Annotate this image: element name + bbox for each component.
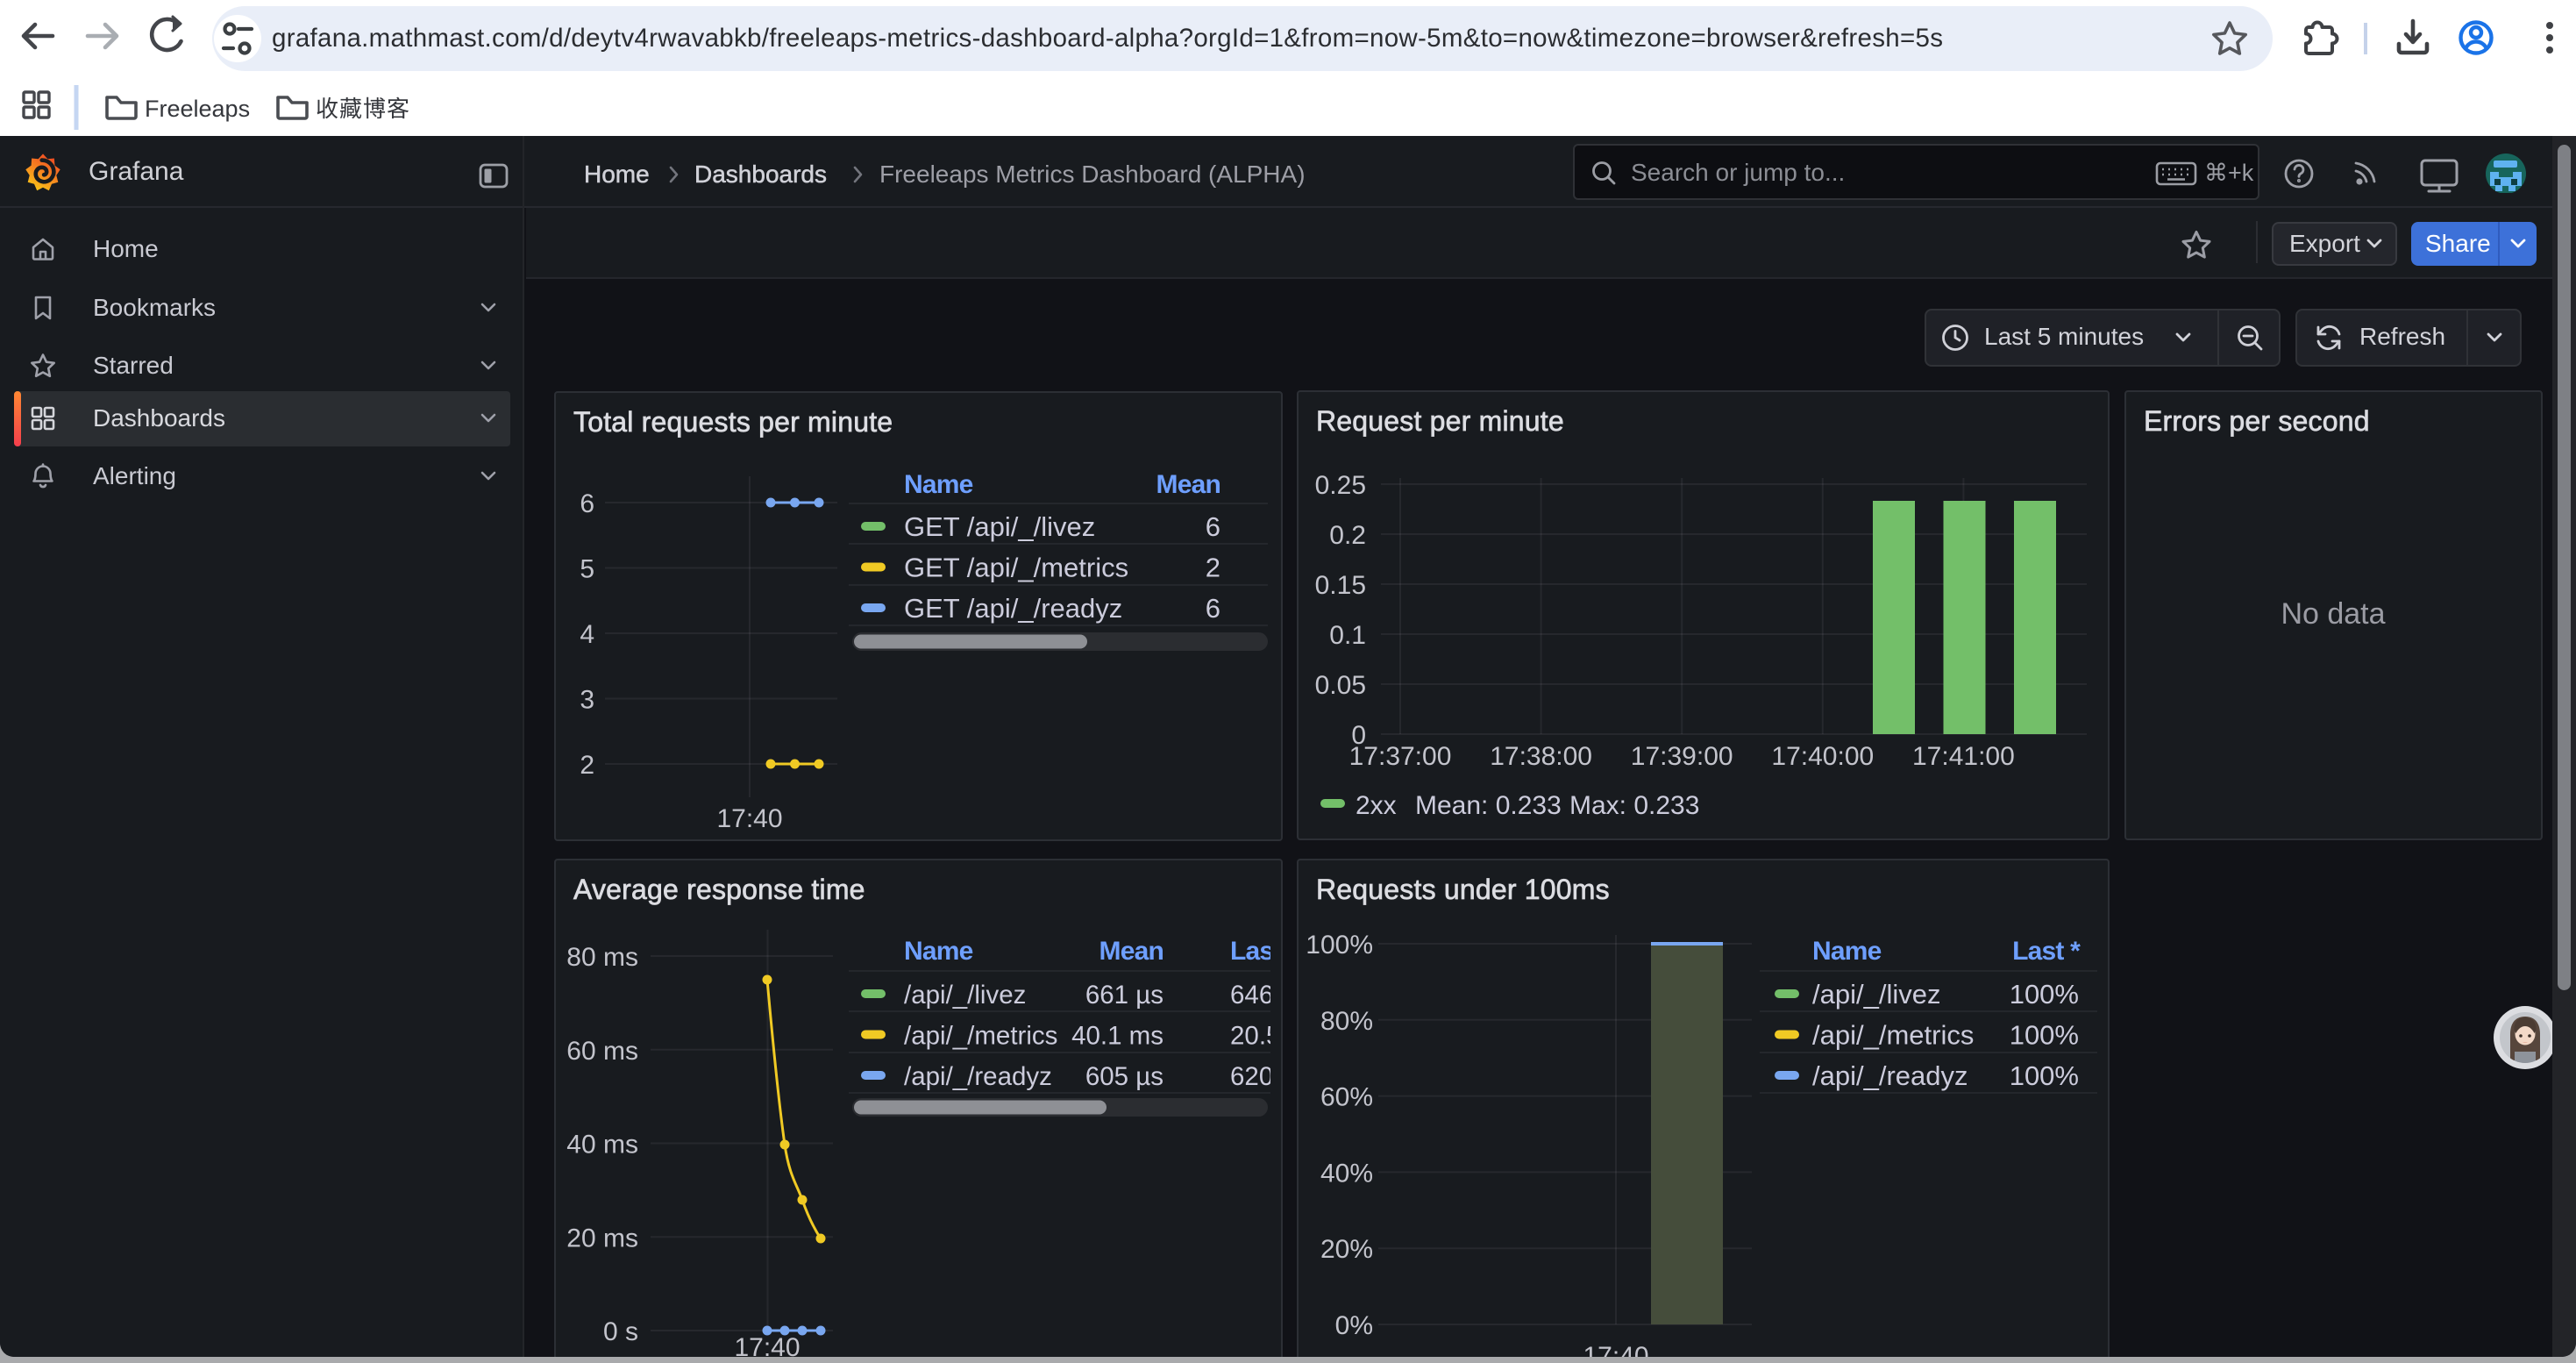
svg-text:40%: 40% (1320, 1159, 1373, 1188)
svg-text:0.15: 0.15 (1315, 571, 1366, 600)
svg-text:17:40: 17:40 (1583, 1342, 1648, 1357)
svg-text:0.2: 0.2 (1329, 521, 1366, 550)
svg-text:3: 3 (580, 686, 594, 715)
svg-text:60%: 60% (1320, 1083, 1373, 1112)
svg-text:100%: 100% (1306, 931, 1373, 960)
svg-text:20 ms: 20 ms (566, 1224, 638, 1252)
svg-text:100%: 100% (2010, 979, 2079, 1010)
svg-text:Max: 0.233: Max: 0.233 (1569, 791, 1699, 820)
svg-text:6: 6 (1206, 511, 1220, 542)
svg-text:5: 5 (580, 555, 594, 584)
svg-text:17:38:00: 17:38:00 (1490, 742, 1592, 771)
svg-text:/api/_/livez: /api/_/livez (904, 981, 1026, 1010)
svg-text:17:39:00: 17:39:00 (1631, 742, 1733, 771)
svg-text:60 ms: 60 ms (566, 1037, 638, 1066)
svg-text:17:40: 17:40 (716, 804, 782, 833)
svg-text:100%: 100% (2010, 1020, 2079, 1051)
svg-text:0.05: 0.05 (1315, 671, 1366, 700)
svg-text:646 µs: 646 µs (1230, 981, 1308, 1010)
svg-text:40.1 ms: 40.1 ms (1071, 1022, 1163, 1051)
svg-text:20%: 20% (1320, 1235, 1373, 1264)
svg-text:0.1: 0.1 (1329, 621, 1366, 650)
svg-text:0%: 0% (1335, 1311, 1373, 1340)
svg-text:2: 2 (1206, 553, 1220, 583)
svg-text:Mean: Mean (1156, 470, 1221, 499)
svg-text:Name: Name (1812, 937, 1882, 966)
svg-text:6: 6 (580, 489, 594, 518)
svg-text:Last *: Last * (1230, 937, 1299, 966)
svg-text:Name: Name (904, 470, 973, 499)
svg-text:40 ms: 40 ms (566, 1131, 638, 1160)
svg-text:GET /api/_/livez: GET /api/_/livez (904, 511, 1095, 542)
svg-text:Mean: 0.233: Mean: 0.233 (1415, 791, 1562, 820)
svg-text:/api/_/readyz: /api/_/readyz (1812, 1060, 1968, 1091)
svg-text:17:37:00: 17:37:00 (1349, 742, 1452, 771)
svg-text:Last *: Last * (2012, 937, 2081, 966)
svg-text:GET /api/_/readyz: GET /api/_/readyz (904, 593, 1122, 624)
svg-text:/api/_/metrics: /api/_/metrics (904, 1022, 1057, 1051)
svg-text:/api/_/metrics: /api/_/metrics (1812, 1020, 1974, 1051)
svg-text:/api/_/livez: /api/_/livez (1812, 979, 1940, 1010)
svg-text:100%: 100% (2010, 1060, 2079, 1091)
svg-text:17:40: 17:40 (734, 1333, 800, 1357)
svg-text:4: 4 (580, 620, 594, 649)
svg-text:GET /api/_/metrics: GET /api/_/metrics (904, 553, 1128, 583)
svg-text:2: 2 (580, 751, 594, 780)
svg-text:/api/_/readyz: /api/_/readyz (904, 1062, 1052, 1091)
svg-text:6: 6 (1206, 593, 1220, 624)
svg-text:605 µs: 605 µs (1085, 1062, 1163, 1091)
svg-text:0.25: 0.25 (1315, 471, 1366, 500)
svg-text:0 s: 0 s (603, 1317, 638, 1346)
svg-text:17:41:00: 17:41:00 (1912, 742, 2015, 771)
svg-text:Name: Name (904, 937, 973, 966)
svg-text:80%: 80% (1320, 1007, 1373, 1036)
svg-text:Mean: Mean (1099, 937, 1164, 966)
svg-text:620 µs: 620 µs (1230, 1062, 1308, 1091)
svg-text:661 µs: 661 µs (1085, 981, 1163, 1010)
svg-text:17:40:00: 17:40:00 (1771, 742, 1874, 771)
svg-text:80 ms: 80 ms (566, 943, 638, 972)
svg-text:2xx: 2xx (1356, 791, 1397, 820)
svg-text:20.5 ms: 20.5 ms (1230, 1022, 1322, 1051)
